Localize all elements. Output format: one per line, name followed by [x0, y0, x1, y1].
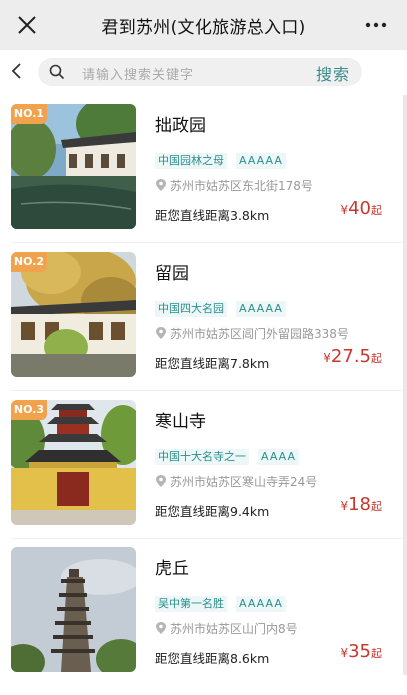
price-suffix: 起	[371, 647, 382, 660]
tag-row: 中国园林之母 AAAAA	[155, 149, 295, 169]
attraction-name[interactable]: 拙政园	[155, 111, 206, 136]
location-pin-icon	[156, 475, 166, 487]
distance-text: 距您直线距离9.4km	[155, 504, 270, 519]
tag-row: 吴中第一名胜 AAAAA	[155, 592, 295, 612]
distance-text: 距您直线距离8.6km	[155, 651, 270, 666]
location-pin-icon	[156, 327, 166, 339]
attraction-photo[interactable]: NO.2	[11, 252, 136, 377]
price: ¥40起	[340, 198, 382, 219]
rating-level-tag: AAAA	[258, 449, 300, 465]
tag-row: 中国十大名寺之一 AAAA	[155, 445, 308, 465]
tag-row: 中国四大名园 AAAAA	[155, 297, 295, 317]
price-value: 35	[348, 641, 371, 662]
distance-text: 距您直线距离7.8km	[155, 356, 270, 371]
currency-symbol: ¥	[340, 646, 349, 660]
location-pin-icon	[156, 179, 166, 191]
price: ¥35起	[340, 641, 382, 662]
price: ¥18起	[340, 494, 382, 515]
feature-tag: 中国十大名寺之一	[155, 449, 249, 465]
attraction-name[interactable]: 留园	[155, 259, 189, 284]
attraction-card[interactable]: 虎丘 吴中第一名胜 AAAAA 苏州市姑苏区山门内8号 距您直线距离8.6km ¥…	[0, 547, 407, 695]
address-text: 苏州市姑苏区东北街178号	[170, 179, 313, 193]
feature-tag: 中国园林之母	[155, 153, 227, 169]
attraction-photo[interactable]: NO.1	[11, 104, 136, 229]
address-text: 苏州市姑苏区阊门外留园路338号	[170, 327, 349, 341]
scrollbar[interactable]	[403, 95, 407, 675]
search-input[interactable]: 请输入搜索关键字	[82, 64, 194, 83]
more-options-icon[interactable]	[365, 16, 387, 34]
divider	[11, 390, 407, 391]
attraction-photo[interactable]	[11, 547, 136, 672]
rating-level-tag: AAAAA	[236, 596, 286, 612]
attraction-photo[interactable]: NO.3	[11, 400, 136, 525]
distance-text: 距您直线距离3.8km	[155, 208, 270, 223]
feature-tag: 吴中第一名胜	[155, 596, 227, 612]
divider	[11, 538, 407, 539]
price: ¥27.5起	[323, 346, 382, 367]
price-suffix: 起	[371, 352, 382, 365]
price-suffix: 起	[371, 500, 382, 513]
search-button[interactable]: 搜索	[316, 61, 350, 85]
rating-level-tag: AAAAA	[236, 301, 286, 317]
search-icon	[49, 64, 65, 80]
top-navigation-bar: 君到苏州(文化旅游总入口)	[0, 0, 407, 50]
address-text: 苏州市姑苏区山门内8号	[170, 622, 298, 636]
attraction-name[interactable]: 虎丘	[155, 554, 189, 579]
address: 苏州市姑苏区寒山寺弄24号	[156, 473, 317, 490]
attraction-card[interactable]: NO.3 寒山寺 中国十大名寺之一 AAAA 苏州市姑苏区寒山寺弄24号 距您直线…	[0, 400, 407, 548]
location-pin-icon	[156, 622, 166, 634]
back-arrow-icon[interactable]	[8, 62, 26, 80]
address: 苏州市姑苏区山门内8号	[156, 620, 298, 637]
attraction-card[interactable]: NO.2 留园 中国四大名园 AAAAA 苏州市姑苏区阊门外留园路338号 距您直…	[0, 252, 407, 400]
divider	[11, 242, 407, 243]
price-value: 40	[348, 198, 371, 219]
search-box[interactable]: 请输入搜索关键字 搜索	[38, 58, 362, 86]
rank-badge: NO.1	[11, 104, 47, 124]
feature-tag: 中国四大名园	[155, 301, 227, 317]
rating-level-tag: AAAAA	[236, 153, 286, 169]
address: 苏州市姑苏区阊门外留园路338号	[156, 325, 349, 342]
currency-symbol: ¥	[340, 499, 349, 513]
address: 苏州市姑苏区东北街178号	[156, 177, 313, 194]
currency-symbol: ¥	[323, 351, 331, 365]
pagoda-photo-image	[11, 547, 136, 672]
price-value: 18	[348, 494, 371, 515]
rank-badge: NO.3	[11, 400, 47, 420]
rank-badge: NO.2	[11, 252, 47, 272]
currency-symbol: ¥	[340, 203, 349, 217]
search-bar-row: 请输入搜索关键字 搜索	[0, 50, 407, 94]
attraction-name[interactable]: 寒山寺	[155, 407, 206, 432]
attraction-card[interactable]: NO.1 拙政园 中国园林之母 AAAAA 苏州市姑苏区东北街178号 距您直线距…	[0, 104, 407, 252]
address-text: 苏州市姑苏区寒山寺弄24号	[170, 475, 318, 489]
price-value: 27.5	[330, 346, 371, 367]
page-title: 君到苏州(文化旅游总入口)	[101, 18, 306, 38]
price-suffix: 起	[371, 204, 382, 217]
